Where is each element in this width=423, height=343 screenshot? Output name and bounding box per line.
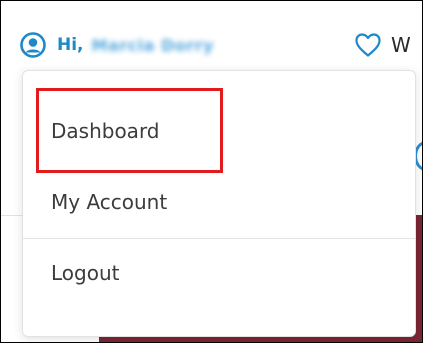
- menu-item-label: My Account: [51, 190, 168, 214]
- user-account-toggle[interactable]: Hi, Marcia Dorry: [19, 30, 214, 60]
- menu-item-logout[interactable]: Logout: [23, 243, 415, 303]
- screenshot-frame: Hi, Marcia Dorry W Dashboard My Account …: [0, 0, 423, 343]
- menu-divider: [23, 238, 415, 239]
- wishlist-link[interactable]: W: [353, 30, 411, 60]
- greeting-label: Hi,: [57, 35, 84, 55]
- user-name: Marcia Dorry: [91, 35, 214, 55]
- menu-item-my-account[interactable]: My Account: [23, 172, 415, 232]
- site-header: Hi, Marcia Dorry W: [1, 1, 422, 67]
- highlight-box: [36, 88, 223, 173]
- user-circle-icon: [19, 31, 47, 59]
- menu-item-label: Logout: [51, 261, 120, 285]
- wishlist-label: W: [391, 33, 411, 57]
- heart-outline-icon: [353, 31, 383, 59]
